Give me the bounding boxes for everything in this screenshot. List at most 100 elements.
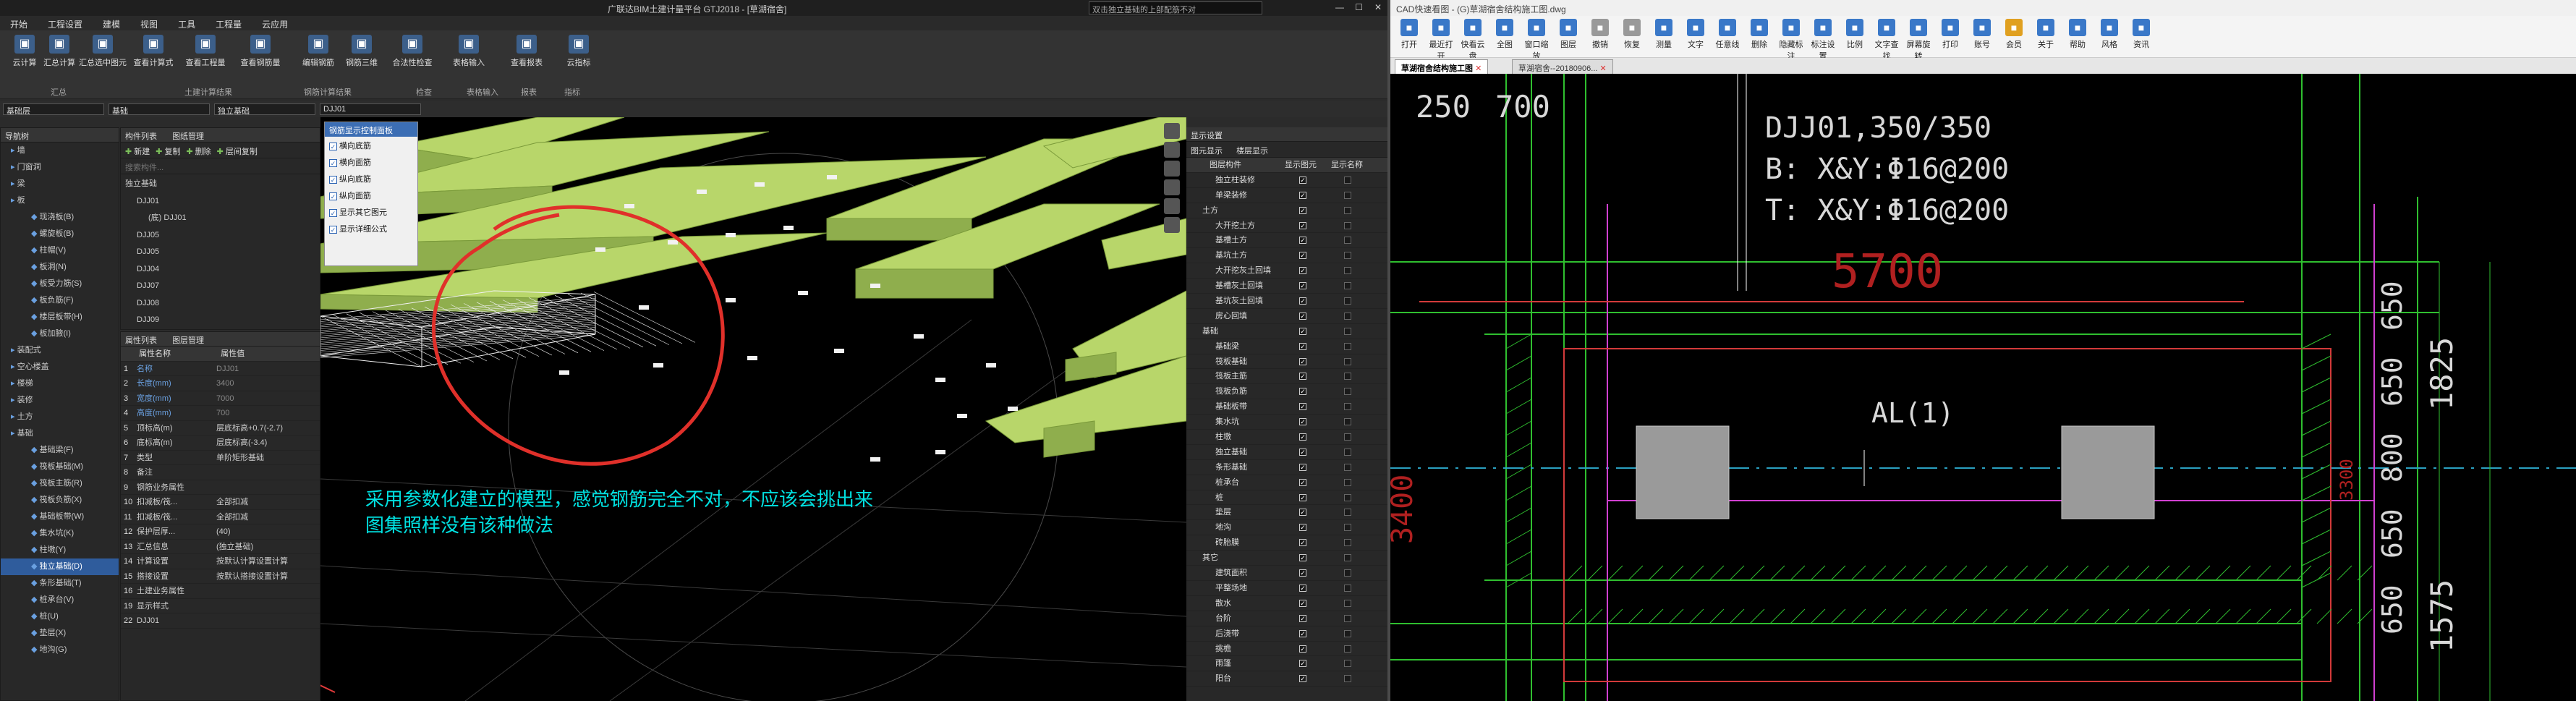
- show-name-checkbox[interactable]: [1344, 312, 1351, 320]
- property-row[interactable]: 11 扣减板/筏... 全部扣减: [121, 510, 320, 524]
- display-setting-row[interactable]: 独立柱装修 ✓: [1186, 173, 1387, 188]
- cad-tool-button[interactable]: ■ 打开: [1395, 19, 1424, 50]
- show-element-checkbox[interactable]: ✓: [1299, 267, 1306, 275]
- property-row[interactable]: 5 顶标高(m) 层底标高+0.7(-2.7): [121, 421, 320, 436]
- search-input[interactable]: 双击独立基础的上部配筋不对: [1089, 1, 1262, 14]
- edit-rebar-button[interactable]: ▣ 编辑钢筋: [297, 35, 340, 68]
- display-setting-row[interactable]: 散水 ✓: [1186, 596, 1387, 611]
- display-setting-row[interactable]: 集水坑 ✓: [1186, 415, 1387, 430]
- show-element-checkbox[interactable]: ✓: [1299, 388, 1306, 396]
- cad-tool-button[interactable]: ■ 关于: [2031, 19, 2060, 50]
- show-element-checkbox[interactable]: ✓: [1299, 373, 1306, 381]
- show-element-checkbox[interactable]: ✓: [1299, 252, 1306, 260]
- show-element-checkbox[interactable]: ✓: [1299, 297, 1306, 305]
- show-element-checkbox[interactable]: ✓: [1299, 221, 1306, 229]
- nav-item[interactable]: ▸ 空心楼盖: [1, 359, 119, 375]
- tab-second-drawing[interactable]: 草湖宿舍--20180906... ✕: [1512, 59, 1613, 74]
- property-value[interactable]: DJJ01: [216, 362, 318, 377]
- property-value[interactable]: 单阶矩形基础: [216, 451, 318, 466]
- view-fit-icon[interactable]: [1164, 198, 1180, 214]
- component-tree-item[interactable]: DJJ01: [125, 193, 315, 211]
- display-setting-row[interactable]: 大开挖土方 ✓: [1186, 218, 1387, 234]
- show-name-checkbox[interactable]: [1344, 614, 1351, 622]
- show-element-checkbox[interactable]: ✓: [1299, 675, 1306, 683]
- display-setting-row[interactable]: 房心回填 ✓: [1186, 309, 1387, 324]
- show-name-checkbox[interactable]: [1344, 282, 1351, 290]
- nav-item[interactable]: ▸ 门窗洞: [1, 159, 119, 176]
- show-element-checkbox[interactable]: ✓: [1299, 629, 1306, 637]
- tab-struct-drawing[interactable]: 草湖宿舍结构施工图 ✕: [1395, 59, 1489, 74]
- nav-item[interactable]: ◆ 筏板负筋(X): [1, 492, 119, 509]
- show-name-checkbox[interactable]: [1344, 675, 1351, 683]
- cad-tool-button[interactable]: ■ 帮助: [2063, 19, 2092, 50]
- component-action-button[interactable]: 复制: [164, 148, 180, 156]
- view-rotate-icon[interactable]: [1164, 179, 1180, 195]
- show-element-checkbox[interactable]: ✓: [1299, 599, 1306, 607]
- cad-tool-button[interactable]: ■ 窗口缩放: [1522, 19, 1551, 61]
- rebar-display-option[interactable]: ✓ 显示详细公式: [325, 221, 417, 238]
- rebar-display-option[interactable]: ✓ 显示其它图元: [325, 205, 417, 221]
- show-name-checkbox[interactable]: [1344, 509, 1351, 517]
- cad-tool-button[interactable]: ■ 撤销: [1586, 19, 1615, 50]
- tab-element-display[interactable]: 图元显示: [1191, 147, 1223, 156]
- show-element-checkbox[interactable]: ✓: [1299, 660, 1306, 668]
- show-name-checkbox[interactable]: [1344, 660, 1351, 668]
- component-action-button[interactable]: 新建: [134, 148, 150, 156]
- rebar-display-option[interactable]: ✓ 横向底筋: [325, 138, 417, 155]
- property-value[interactable]: (40): [216, 524, 318, 540]
- display-setting-row[interactable]: 桩 ✓: [1186, 490, 1387, 506]
- show-name-checkbox[interactable]: [1344, 191, 1351, 199]
- show-element-checkbox[interactable]: ✓: [1299, 539, 1306, 547]
- property-row[interactable]: 16 土建业务属性: [121, 584, 320, 599]
- property-value[interactable]: 3400: [216, 376, 318, 391]
- nav-item[interactable]: ◆ 柱墩(Y): [1, 542, 119, 558]
- show-name-checkbox[interactable]: [1344, 433, 1351, 441]
- nav-item[interactable]: ◆ 地沟(G): [1, 642, 119, 658]
- window-close-icon[interactable]: ✕: [1374, 2, 1382, 12]
- cad-tool-button[interactable]: ■ 屏幕旋转: [1904, 19, 1933, 61]
- show-element-checkbox[interactable]: ✓: [1299, 206, 1306, 214]
- cad-canvas[interactable]: 250 700 DJJ01,350/350 B: X&Y:Φ16@200 T: …: [1390, 74, 2576, 701]
- nav-item[interactable]: ▸ 梁: [1, 176, 119, 192]
- nav-item[interactable]: ◆ 桩承台(V): [1, 592, 119, 608]
- component-action-button[interactable]: 层间复制: [226, 148, 258, 156]
- component-tree-item[interactable]: DJJ05: [125, 244, 315, 261]
- view-settings-icon[interactable]: [1164, 217, 1180, 233]
- property-row[interactable]: 13 汇总信息 (独立基础): [121, 540, 320, 554]
- display-setting-row[interactable]: 砖胎膜 ✓: [1186, 535, 1387, 551]
- nav-item[interactable]: ◆ 垫层(X): [1, 625, 119, 642]
- 3d-scene[interactable]: [320, 117, 1186, 701]
- show-element-checkbox[interactable]: ✓: [1299, 614, 1306, 622]
- property-row[interactable]: 8 备注: [121, 465, 320, 480]
- display-setting-row[interactable]: 筏板主筋 ✓: [1186, 369, 1387, 385]
- display-setting-row[interactable]: 基槽灰土回填 ✓: [1186, 279, 1387, 294]
- show-element-checkbox[interactable]: ✓: [1299, 554, 1306, 562]
- property-row[interactable]: 1 名称 DJJ01: [121, 362, 320, 377]
- checkbox-checked-icon[interactable]: ✓: [329, 143, 337, 150]
- table-button[interactable]: ▣ 表格输入: [447, 35, 490, 68]
- show-name-checkbox[interactable]: [1344, 478, 1351, 486]
- rebar-display-option[interactable]: ✓ 纵向底筋: [325, 171, 417, 188]
- show-name-checkbox[interactable]: [1344, 569, 1351, 577]
- show-name-checkbox[interactable]: [1344, 342, 1351, 350]
- display-setting-row[interactable]: 挑檐 ✓: [1186, 642, 1387, 657]
- cad-tool-button[interactable]: ■ 快看云盘: [1458, 19, 1487, 61]
- nav-item[interactable]: ◆ 柱帽(V): [1, 242, 119, 259]
- property-row[interactable]: 9 钢筋业务属性: [121, 480, 320, 495]
- checkbox-checked-icon[interactable]: ✓: [329, 192, 337, 200]
- show-name-checkbox[interactable]: [1344, 403, 1351, 411]
- nav-item[interactable]: ◆ 独立基础(D): [1, 558, 119, 575]
- cad-tool-button[interactable]: ■ 删除: [1745, 19, 1774, 50]
- show-name-checkbox[interactable]: [1344, 357, 1351, 365]
- property-row[interactable]: 7 类型 单阶矩形基础: [121, 451, 320, 466]
- show-element-checkbox[interactable]: ✓: [1299, 645, 1306, 653]
- sum-selected-button[interactable]: ▣ 汇总选中图元: [78, 35, 127, 68]
- show-element-checkbox[interactable]: ✓: [1299, 237, 1306, 245]
- display-setting-row[interactable]: 阳台 ✓: [1186, 671, 1387, 687]
- rebar-display-option[interactable]: ✓ 纵向面筋: [325, 188, 417, 205]
- nav-item[interactable]: ▸ 装修: [1, 392, 119, 409]
- show-name-checkbox[interactable]: [1344, 206, 1351, 214]
- nav-item[interactable]: ◆ 筏板主筋(R): [1, 475, 119, 492]
- component-tree-item[interactable]: DJJ07: [125, 278, 315, 295]
- display-setting-row[interactable]: 建筑面积 ✓: [1186, 566, 1387, 581]
